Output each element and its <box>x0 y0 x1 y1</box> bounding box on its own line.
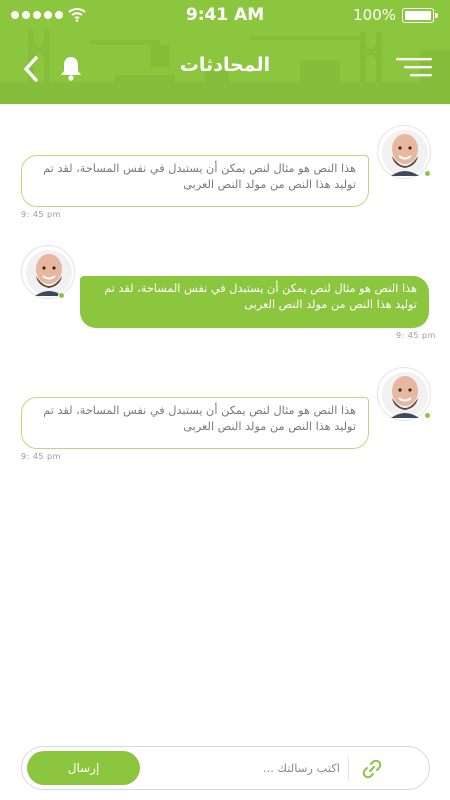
avatar[interactable] <box>377 367 431 421</box>
message-bubble-incoming: هذا النص هو مثال لنص يمكن أن يستبدل في ن… <box>21 397 369 449</box>
menu-icon[interactable] <box>396 56 434 78</box>
avatar-face-icon <box>382 372 428 418</box>
avatar-face-icon <box>26 250 72 296</box>
battery-icon <box>402 8 438 23</box>
online-status-dot <box>58 292 65 299</box>
chat-thread: هذا النص هو مثال لنص يمكن أن يستبدل في ن… <box>0 104 450 744</box>
app-header: 9:41 AM 100% المحادثات <box>0 0 450 104</box>
message-bubble-outgoing: هذا النص هو مثال لنص يمكن أن يستبدل في ن… <box>80 276 429 328</box>
message-time: 9: 45 pm <box>396 331 436 340</box>
avatar[interactable] <box>21 245 75 299</box>
message-input[interactable] <box>150 753 340 783</box>
online-status-dot <box>424 170 431 177</box>
page-title: المحادثات <box>179 54 271 76</box>
message-bubble-incoming: هذا النص هو مثال لنص يمكن أن يستبدل في ن… <box>21 155 369 207</box>
link-icon[interactable] <box>360 757 384 781</box>
composer-divider <box>348 757 349 781</box>
message-time: 9: 45 pm <box>21 452 61 461</box>
message-time: 9: 45 pm <box>21 210 61 219</box>
avatar[interactable] <box>377 125 431 179</box>
message-composer: إرسال <box>21 746 430 790</box>
battery-percentage: 100% <box>353 6 396 24</box>
status-bar: 9:41 AM 100% <box>0 0 450 30</box>
battery-fill <box>405 11 431 20</box>
avatar-face-icon <box>382 130 428 176</box>
send-button[interactable]: إرسال <box>27 751 140 785</box>
online-status-dot <box>424 412 431 419</box>
